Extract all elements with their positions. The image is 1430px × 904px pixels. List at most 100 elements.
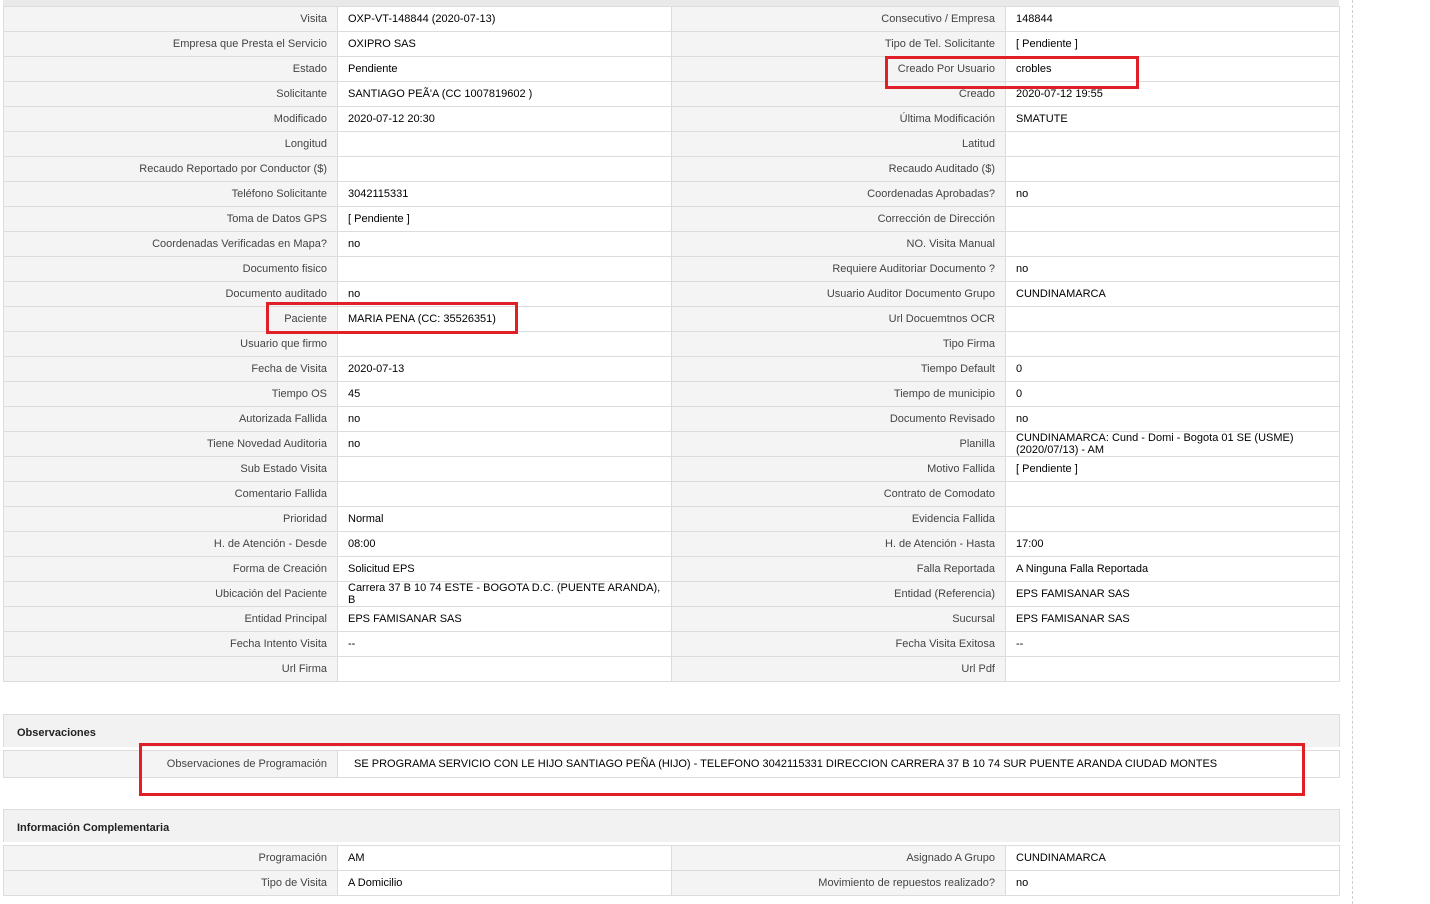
toma-de-datos-gps-value: [ Pendiente ] — [337, 206, 672, 232]
detail-row: Documento auditado no Usuario Auditor Doc… — [3, 281, 1340, 307]
coordenadas-aprobadas-value: no — [1005, 181, 1340, 207]
latitud-label: Latitud — [671, 131, 1006, 157]
observaciones-row: Observaciones de Programación SE PROGRAM… — [3, 750, 1340, 778]
sucursal-value: EPS FAMISANAR SAS — [1005, 606, 1340, 632]
contrato-de-comodato-value — [1005, 481, 1340, 507]
h-de-atencion-hasta-value: 17:00 — [1005, 531, 1340, 557]
falla-reportada-value: A Ninguna Falla Reportada — [1005, 556, 1340, 582]
empresa-que-presta-el-servicio-label: Empresa que Presta el Servicio — [3, 31, 338, 57]
detail-row: H. de Atención - Desde 08:00 H. de Atenció… — [3, 531, 1340, 557]
tipo-firma-value — [1005, 331, 1340, 357]
modificado-value: 2020-07-12 20:30 — [337, 106, 672, 132]
planilla-value: CUNDINAMARCA: Cund - Domi - Bogota 01 SE… — [1005, 431, 1340, 457]
documento-auditado-label: Documento auditado — [3, 281, 338, 307]
h-de-atencion-desde-label: H. de Atención - Desde — [3, 531, 338, 557]
documento-revisado-label: Documento Revisado — [671, 406, 1006, 432]
autorizada-fallida-label: Autorizada Fallida — [3, 406, 338, 432]
motivo-fallida-value: [ Pendiente ] — [1005, 456, 1340, 482]
autorizada-fallida-value: no — [337, 406, 672, 432]
detail-row: Teléfono Solicitante 3042115331 Coordenada… — [3, 181, 1340, 207]
sub-estado-visita-value — [337, 456, 672, 482]
tiempo-de-municipio-label: Tiempo de municipio — [671, 381, 1006, 407]
forma-de-creacion-label: Forma de Creación — [3, 556, 338, 582]
detail-row: Longitud Latitud — [3, 131, 1340, 157]
creado-por-usuario-label: Creado Por Usuario — [671, 56, 1006, 82]
tiempo-os-value: 45 — [337, 381, 672, 407]
detail-row: Fecha de Visita 2020-07-13 Tiempo Default… — [3, 356, 1340, 382]
entidad-referencia-value: EPS FAMISANAR SAS — [1005, 581, 1340, 607]
fecha-de-visita-value: 2020-07-13 — [337, 356, 672, 382]
observaciones-label: Observaciones de Programación — [3, 750, 338, 778]
fecha-intento-visita-value: -- — [337, 631, 672, 657]
detail-row: Usuario que firmo Tipo Firma — [3, 331, 1340, 357]
tipo-firma-label: Tipo Firma — [671, 331, 1006, 357]
url-docuemtnos-ocr-label: Url Docuemtnos OCR — [671, 306, 1006, 332]
detail-row: Toma de Datos GPS[ Pendiente ] Corrección… — [3, 206, 1340, 232]
empresa-que-presta-el-servicio-value: OXIPRO SAS — [337, 31, 672, 57]
observaciones-value: SE PROGRAMA SERVICIO CON LE HIJO SANTIAG… — [337, 750, 1340, 778]
url-firma-value — [337, 656, 672, 682]
tiempo-default-label: Tiempo Default — [671, 356, 1006, 382]
detail-row: Modificado 2020-07-12 20:30 Última Modific… — [3, 106, 1340, 132]
complementaria-table: Programación AM Asignado A Grupo CUNDINAMAR… — [3, 845, 1340, 896]
no-visita-manual-label: NO. Visita Manual — [671, 231, 1006, 257]
evidencia-fallida-value — [1005, 506, 1340, 532]
estado-value: Pendiente — [337, 56, 672, 82]
detail-row: Url Firma Url Pdf — [3, 656, 1340, 682]
entidad-principal-value: EPS FAMISANAR SAS — [337, 606, 672, 632]
detail-row: Ubicación del Paciente Carrera 37 B 10 74… — [3, 581, 1340, 607]
estado-label: Estado — [3, 56, 338, 82]
sucursal-label: Sucursal — [671, 606, 1006, 632]
tiene-novedad-auditoria-value: no — [337, 431, 672, 457]
detail-row: Fecha Intento Visita -- Fecha Visita Exit… — [3, 631, 1340, 657]
solicitante-value: SANTIAGO PEÃ'A (CC 1007819602 ) — [337, 81, 672, 107]
h-de-atencion-hasta-label: H. de Atención - Hasta — [671, 531, 1006, 557]
ubicacion-del-paciente-value: Carrera 37 B 10 74 ESTE - BOGOTA D.C. (P… — [337, 581, 672, 607]
usuario-que-firmo-label: Usuario que firmo — [3, 331, 338, 357]
entidad-referencia-label: Entidad (Referencia) — [671, 581, 1006, 607]
comentario-fallida-value — [337, 481, 672, 507]
detail-row: Comentario Fallida Contrato de Comodato — [3, 481, 1340, 507]
tipo-de-tel-solicitante-label: Tipo de Tel. Solicitante — [671, 31, 1006, 57]
prioridad-label: Prioridad — [3, 506, 338, 532]
observaciones-table: Observaciones de Programación SE PROGRAM… — [3, 750, 1340, 778]
detail-row: Documento fisico Requiere Auditoriar Docu… — [3, 256, 1340, 282]
motivo-fallida-label: Motivo Fallida — [671, 456, 1006, 482]
paciente-value: MARIA PENA (CC: 35526351) — [337, 306, 672, 332]
usuario-que-firmo-value — [337, 331, 672, 357]
forma-de-creacion-value: Solicitud EPS — [337, 556, 672, 582]
prioridad-value: Normal — [337, 506, 672, 532]
contrato-de-comodato-label: Contrato de Comodato — [671, 481, 1006, 507]
consecutivo-empresa-value: 148844 — [1005, 6, 1340, 32]
tiene-novedad-auditoria-label: Tiene Novedad Auditoria — [3, 431, 338, 457]
observaciones-header: Observaciones — [3, 714, 1340, 747]
detail-row: Tiene Novedad Auditoria no Planilla CUNDIN… — [3, 431, 1340, 457]
requiere-auditoriar-documento-label: Requiere Auditoriar Documento ? — [671, 256, 1006, 282]
detail-row: Tiempo OS 45 Tiempo de municipio 0 — [3, 381, 1340, 407]
complementaria-header: Información Complementaria — [3, 809, 1340, 842]
documento-auditado-value: no — [337, 281, 672, 307]
usuario-auditor-documento-grupo-value: CUNDINAMARCA — [1005, 281, 1340, 307]
telefono-solicitante-label: Teléfono Solicitante — [3, 181, 338, 207]
usuario-auditor-documento-grupo-label: Usuario Auditor Documento Grupo — [671, 281, 1006, 307]
detail-row: Estado Pendiente Creado Por Usuario crobles — [3, 56, 1340, 82]
detail-row: Prioridad Normal Evidencia Fallida — [3, 506, 1340, 532]
coordenadas-verificadas-en-mapa-label: Coordenadas Verificadas en Mapa? — [3, 231, 338, 257]
consecutivo-empresa-label: Consecutivo / Empresa — [671, 6, 1006, 32]
telefono-solicitante-value: 3042115331 — [337, 181, 672, 207]
planilla-label: Planilla — [671, 431, 1006, 457]
recaudo-auditado-value — [1005, 156, 1340, 182]
tipo-de-tel-solicitante-value: [ Pendiente ] — [1005, 31, 1340, 57]
detail-row: Empresa que Presta el Servicio OXIPRO SAS… — [3, 31, 1340, 57]
visita-value: OXP-VT-148844 (2020-07-13) — [337, 6, 672, 32]
falla-reportada-label: Falla Reportada — [671, 556, 1006, 582]
recaudo-reportado-por-conductor-value — [337, 156, 672, 182]
longitud-label: Longitud — [3, 131, 338, 157]
programacion-label: Programación — [3, 845, 338, 871]
entidad-principal-label: Entidad Principal — [3, 606, 338, 632]
detail-row: Autorizada Fallida no Documento Revisado … — [3, 406, 1340, 432]
longitud-value — [337, 131, 672, 157]
url-pdf-label: Url Pdf — [671, 656, 1006, 682]
page-edge-divider — [1352, 0, 1353, 904]
programacion-value: AM — [337, 845, 672, 871]
